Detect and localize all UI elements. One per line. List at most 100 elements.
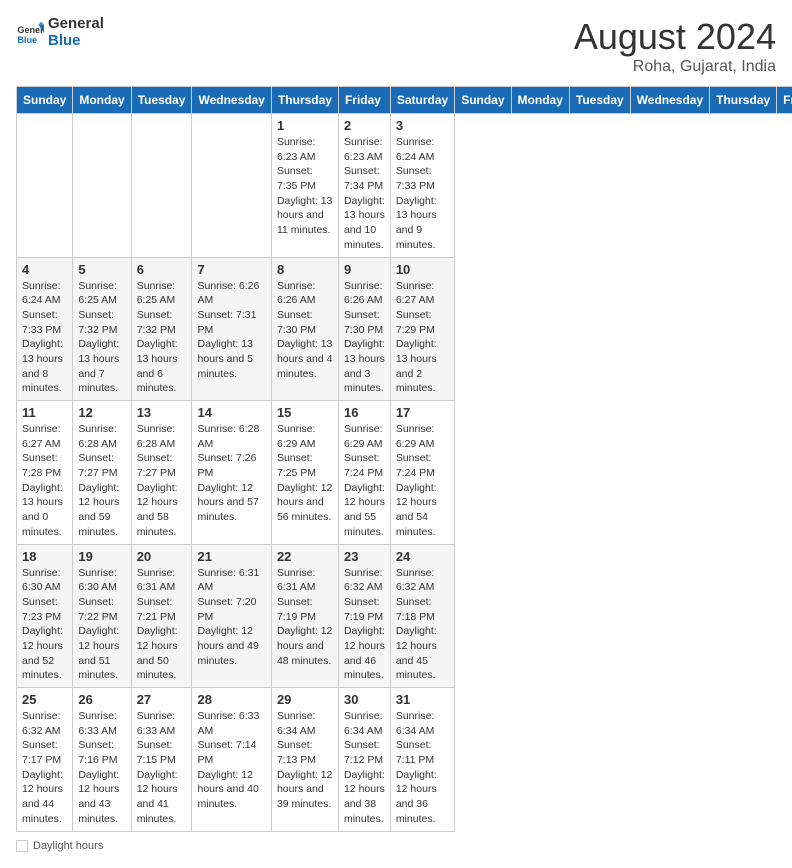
calendar-cell: [17, 114, 73, 258]
col-header-sunday: Sunday: [455, 87, 511, 114]
header-sunday: Sunday: [17, 87, 73, 114]
calendar-cell: 4 Sunrise: 6:24 AMSunset: 7:33 PMDaylight…: [17, 257, 73, 401]
calendar-cell: [73, 114, 131, 258]
calendar-cell: 24 Sunrise: 6:32 AMSunset: 7:18 PMDayligh…: [390, 544, 454, 688]
calendar-cell: 5 Sunrise: 6:25 AMSunset: 7:32 PMDaylight…: [73, 257, 131, 401]
day-number: 19: [78, 549, 125, 564]
day-number: 22: [277, 549, 333, 564]
location-subtitle: Roha, Gujarat, India: [574, 58, 776, 76]
logo: General Blue General Blue: [16, 16, 104, 49]
day-info: Sunrise: 6:28 AMSunset: 7:26 PMDaylight:…: [197, 422, 265, 525]
calendar-table: SundayMondayTuesdayWednesdayThursdayFrid…: [16, 86, 792, 832]
day-info: Sunrise: 6:26 AMSunset: 7:30 PMDaylight:…: [344, 279, 385, 397]
day-number: 14: [197, 405, 265, 420]
header-thursday: Thursday: [271, 87, 338, 114]
day-number: 27: [137, 692, 187, 707]
page-header: General Blue General Blue August 2024 Ro…: [16, 16, 776, 76]
calendar-cell: 20 Sunrise: 6:31 AMSunset: 7:21 PMDayligh…: [131, 544, 192, 688]
day-number: 12: [78, 405, 125, 420]
day-info: Sunrise: 6:30 AMSunset: 7:23 PMDaylight:…: [22, 566, 67, 684]
calendar-cell: 18 Sunrise: 6:30 AMSunset: 7:23 PMDayligh…: [17, 544, 73, 688]
day-info: Sunrise: 6:33 AMSunset: 7:16 PMDaylight:…: [78, 709, 125, 827]
day-number: 7: [197, 262, 265, 277]
day-number: 17: [396, 405, 449, 420]
week-row-2: 4 Sunrise: 6:24 AMSunset: 7:33 PMDaylight…: [17, 257, 792, 401]
day-info: Sunrise: 6:27 AMSunset: 7:28 PMDaylight:…: [22, 422, 67, 540]
logo-line1: General: [48, 16, 104, 33]
day-info: Sunrise: 6:29 AMSunset: 7:24 PMDaylight:…: [396, 422, 449, 540]
month-title: August 2024: [574, 16, 776, 58]
calendar-cell: 10 Sunrise: 6:27 AMSunset: 7:29 PMDayligh…: [390, 257, 454, 401]
calendar-cell: 13 Sunrise: 6:28 AMSunset: 7:27 PMDayligh…: [131, 401, 192, 545]
calendar-cell: 19Sunrise: 6:30 AMSunset: 7:22 PMDayligh…: [73, 544, 131, 688]
calendar-cell: 1 Sunrise: 6:23 AMSunset: 7:35 PMDaylight…: [271, 114, 338, 258]
day-info: Sunrise: 6:23 AMSunset: 7:35 PMDaylight:…: [277, 135, 333, 238]
day-info: Sunrise: 6:32 AMSunset: 7:19 PMDaylight:…: [344, 566, 385, 684]
calendar-cell: 3Sunrise: 6:24 AMSunset: 7:33 PMDaylight…: [390, 114, 454, 258]
day-number: 30: [344, 692, 385, 707]
col-header-monday: Monday: [511, 87, 569, 114]
day-number: 8: [277, 262, 333, 277]
day-number: 24: [396, 549, 449, 564]
day-number: 6: [137, 262, 187, 277]
day-number: 23: [344, 549, 385, 564]
day-info: Sunrise: 6:31 AMSunset: 7:21 PMDaylight:…: [137, 566, 187, 684]
calendar-cell: 22 Sunrise: 6:31 AMSunset: 7:19 PMDayligh…: [271, 544, 338, 688]
day-info: Sunrise: 6:32 AMSunset: 7:18 PMDaylight:…: [396, 566, 449, 684]
calendar-cell: 2Sunrise: 6:23 AMSunset: 7:34 PMDaylight…: [338, 114, 390, 258]
title-block: August 2024 Roha, Gujarat, India: [574, 16, 776, 76]
calendar-cell: 16 Sunrise: 6:29 AMSunset: 7:24 PMDayligh…: [338, 401, 390, 545]
day-info: Sunrise: 6:31 AMSunset: 7:19 PMDaylight:…: [277, 566, 333, 669]
svg-text:Blue: Blue: [17, 34, 37, 44]
day-info: Sunrise: 6:26 AMSunset: 7:31 PMDaylight:…: [197, 279, 265, 382]
day-info: Sunrise: 6:29 AMSunset: 7:24 PMDaylight:…: [344, 422, 385, 540]
week-row-5: 25Sunrise: 6:32 AMSunset: 7:17 PMDayligh…: [17, 688, 792, 832]
day-number: 26: [78, 692, 125, 707]
day-number: 13: [137, 405, 187, 420]
day-info: Sunrise: 6:27 AMSunset: 7:29 PMDaylight:…: [396, 279, 449, 397]
header-tuesday: Tuesday: [131, 87, 192, 114]
header-saturday: Saturday: [390, 87, 454, 114]
day-number: 18: [22, 549, 67, 564]
calendar-cell: 17 Sunrise: 6:29 AMSunset: 7:24 PMDayligh…: [390, 401, 454, 545]
day-info: Sunrise: 6:33 AMSunset: 7:15 PMDaylight:…: [137, 709, 187, 827]
day-info: Sunrise: 6:28 AMSunset: 7:27 PMDaylight:…: [137, 422, 187, 540]
calendar-cell: 26 Sunrise: 6:33 AMSunset: 7:16 PMDayligh…: [73, 688, 131, 832]
calendar-cell: 21Sunrise: 6:31 AMSunset: 7:20 PMDayligh…: [192, 544, 271, 688]
week-row-3: 11 Sunrise: 6:27 AMSunset: 7:28 PMDayligh…: [17, 401, 792, 545]
day-number: 10: [396, 262, 449, 277]
daylight-label: Daylight hours: [33, 840, 103, 852]
calendar-footer: Daylight hours: [16, 840, 776, 852]
calendar-cell: 11 Sunrise: 6:27 AMSunset: 7:28 PMDayligh…: [17, 401, 73, 545]
col-header-wednesday: Wednesday: [630, 87, 709, 114]
col-header-tuesday: Tuesday: [569, 87, 630, 114]
day-info: Sunrise: 6:28 AMSunset: 7:27 PMDaylight:…: [78, 422, 125, 540]
day-info: Sunrise: 6:31 AMSunset: 7:20 PMDaylight:…: [197, 566, 265, 669]
calendar-cell: 29Sunrise: 6:34 AMSunset: 7:13 PMDayligh…: [271, 688, 338, 832]
day-number: 4: [22, 262, 67, 277]
day-info: Sunrise: 6:29 AMSunset: 7:25 PMDaylight:…: [277, 422, 333, 525]
week-row-1: 1 Sunrise: 6:23 AMSunset: 7:35 PMDaylight…: [17, 114, 792, 258]
day-number: 16: [344, 405, 385, 420]
header-monday: Monday: [73, 87, 131, 114]
day-info: Sunrise: 6:23 AMSunset: 7:34 PMDaylight:…: [344, 135, 385, 253]
day-number: 1: [277, 118, 333, 133]
day-number: 11: [22, 405, 67, 420]
calendar-cell: 8Sunrise: 6:26 AMSunset: 7:30 PMDaylight…: [271, 257, 338, 401]
day-info: Sunrise: 6:24 AMSunset: 7:33 PMDaylight:…: [22, 279, 67, 397]
day-info: Sunrise: 6:25 AMSunset: 7:32 PMDaylight:…: [78, 279, 125, 397]
calendar-cell: 30 Sunrise: 6:34 AMSunset: 7:12 PMDayligh…: [338, 688, 390, 832]
calendar-cell: 7 Sunrise: 6:26 AMSunset: 7:31 PMDaylight…: [192, 257, 271, 401]
col-header-friday: Friday: [777, 87, 792, 114]
day-info: Sunrise: 6:32 AMSunset: 7:17 PMDaylight:…: [22, 709, 67, 827]
day-number: 31: [396, 692, 449, 707]
calendar-cell: 6Sunrise: 6:25 AMSunset: 7:32 PMDaylight…: [131, 257, 192, 401]
day-number: 3: [396, 118, 449, 133]
logo-line2: Blue: [48, 33, 104, 50]
day-number: 15: [277, 405, 333, 420]
calendar-cell: [131, 114, 192, 258]
day-number: 5: [78, 262, 125, 277]
day-number: 20: [137, 549, 187, 564]
header-friday: Friday: [338, 87, 390, 114]
day-info: Sunrise: 6:34 AMSunset: 7:12 PMDaylight:…: [344, 709, 385, 827]
